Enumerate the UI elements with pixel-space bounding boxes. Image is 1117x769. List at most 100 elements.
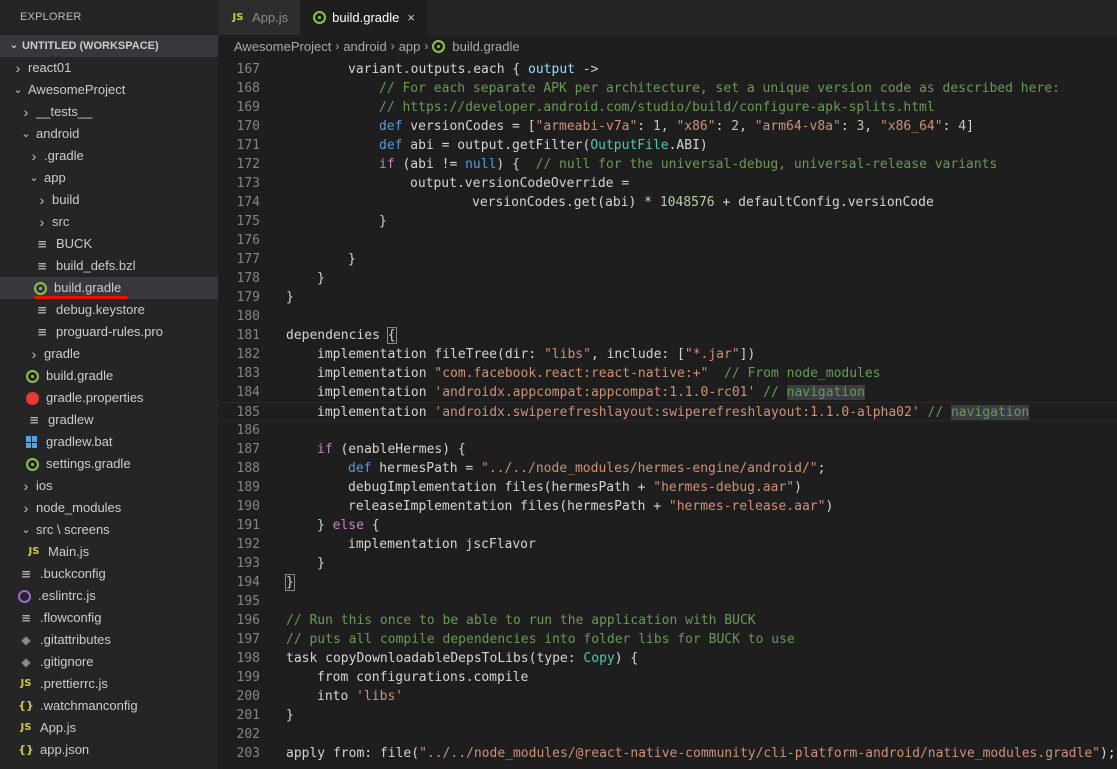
line-number: 187 — [236, 442, 260, 457]
breadcrumb-item[interactable]: android — [343, 39, 386, 54]
line-content: def versionCodes = ["armeabi-v7a": 1, "x… — [260, 117, 974, 136]
code-token: navigation — [950, 405, 1030, 420]
tree-folder[interactable]: › react01 — [0, 57, 218, 79]
line-content — [260, 421, 286, 440]
tree-folder[interactable]: › src — [0, 211, 218, 233]
tree-folder[interactable]: › __tests__ — [0, 101, 218, 123]
tree-folder[interactable]: › build — [0, 189, 218, 211]
code-token: "hermes-debug.aar" — [653, 480, 795, 495]
line-content: } — [260, 250, 356, 269]
code-token: // puts all compile dependencies into fo… — [286, 632, 795, 647]
tree-file[interactable]: JS App.js — [0, 717, 218, 739]
line-number: 189 — [236, 480, 260, 495]
code-token: variant.outputs.each { — [348, 62, 529, 77]
tree-item-label: .eslintrc.js — [38, 588, 96, 603]
line-content: // For each separate APK per architectur… — [260, 79, 1060, 98]
tree-file[interactable]: ◆ .gitattributes — [0, 629, 218, 651]
text-file-icon: ≡ — [36, 303, 48, 317]
tree-folder[interactable]: ⌄ app — [0, 167, 218, 189]
tree-file[interactable]: ◆ .gitignore — [0, 651, 218, 673]
tree-file[interactable]: build.gradle — [0, 277, 218, 299]
properties-file-icon — [26, 391, 39, 405]
code-token: { — [386, 327, 397, 344]
code-token: "*.jar" — [684, 347, 740, 362]
code-editor[interactable]: 167 variant.outputs.each { output -> 168//… — [218, 60, 1117, 769]
tree-file[interactable]: {} .watchmanconfig — [0, 695, 218, 717]
tree-file[interactable]: ≡ build_defs.bzl — [0, 255, 218, 277]
code-line: 177} — [218, 250, 1117, 269]
tree-file[interactable]: gradle.properties — [0, 387, 218, 409]
code-token: "../../node_modules/hermes-engine/androi… — [481, 461, 818, 476]
chevron-down-icon: ⌄ — [13, 84, 23, 96]
tree-folder[interactable]: ⌄ src \ screens — [0, 519, 218, 541]
breadcrumb-item[interactable]: app — [399, 39, 421, 54]
tree-file[interactable]: ≡ .flowconfig — [0, 607, 218, 629]
code-token: "hermes-release.aar" — [668, 499, 826, 514]
code-token: "armeabi-v7a" — [535, 119, 638, 134]
tree-folder[interactable]: ⌄ AwesomeProject — [0, 79, 218, 101]
tree-item-label: app.json — [40, 742, 90, 757]
tree-file[interactable]: ≡ gradlew — [0, 409, 218, 431]
js-file-icon: JS — [20, 722, 32, 733]
code-token: ) { — [614, 651, 639, 666]
line-number: 172 — [236, 157, 260, 172]
tree-item-label: gradlew — [48, 412, 94, 427]
line-number: 178 — [236, 271, 260, 286]
workspace-header[interactable]: ⌄ UNTITLED (WORKSPACE) — [0, 35, 218, 57]
line-number: 192 — [236, 537, 260, 552]
code-token: if — [379, 157, 395, 172]
tree-folder[interactable]: ⌄ android — [0, 123, 218, 145]
code-token: "../../node_modules/@react-native-commun… — [419, 746, 1100, 761]
close-icon[interactable]: × — [407, 10, 415, 25]
breadcrumb-item[interactable]: build.gradle — [452, 39, 519, 54]
code-token: if — [317, 442, 333, 457]
tree-file[interactable]: gradlew.bat — [0, 431, 218, 453]
tree-file[interactable]: settings.gradle — [0, 453, 218, 475]
line-number: 177 — [236, 252, 260, 267]
tree-folder[interactable]: › .gradle — [0, 145, 218, 167]
tree-file[interactable]: .eslintrc.js — [0, 585, 218, 607]
chevron-right-icon: › — [335, 39, 340, 53]
breadcrumb-item[interactable]: AwesomeProject — [234, 39, 331, 54]
tab-label: build.gradle — [332, 10, 400, 25]
tree-file[interactable]: ≡ .buckconfig — [0, 563, 218, 585]
tree-folder[interactable]: › ios — [0, 475, 218, 497]
tree-file[interactable]: ≡ proguard-rules.pro — [0, 321, 218, 343]
tree-folder[interactable]: › gradle — [0, 343, 218, 365]
code-token: : — [942, 119, 959, 134]
tree-file[interactable]: ≡ BUCK — [0, 233, 218, 255]
tree-file[interactable]: ≡ debug.keystore — [0, 299, 218, 321]
tab-build-gradle[interactable]: build.gradle × — [301, 0, 428, 35]
tab-app-js[interactable]: JS App.js — [218, 0, 302, 35]
tree-file[interactable]: JS Main.js — [0, 541, 218, 563]
tree-file[interactable]: JS .prettierrc.js — [0, 673, 218, 695]
text-file-icon: ≡ — [36, 237, 48, 251]
line-number: 182 — [236, 347, 260, 362]
code-token: ); a — [1099, 746, 1116, 761]
line-content: } — [260, 706, 294, 725]
workspace-label: UNTITLED (WORKSPACE) — [22, 40, 159, 52]
code-token: null — [465, 157, 497, 172]
code-token: "arm64-v8a" — [754, 119, 841, 134]
line-content: output.versionCodeOverride = — [260, 174, 629, 193]
tree-file[interactable]: build.gradle — [0, 365, 218, 387]
tree-item-label: .gitignore — [40, 654, 94, 669]
tree-item-label: Main.js — [48, 544, 90, 559]
chevron-right-icon: › — [23, 478, 29, 494]
code-token: : — [637, 119, 653, 134]
code-line: 179} — [218, 288, 1117, 307]
code-token: 'androidx.appcompat:appcompat:1.1.0-rc01… — [434, 385, 756, 400]
code-line: 174 versionCodes.get(abi) * 1048576 + def… — [218, 193, 1117, 212]
line-number: 167 — [236, 62, 260, 77]
line-number: 193 — [236, 556, 260, 571]
line-content: } else { — [260, 516, 380, 535]
line-content: } — [260, 288, 294, 307]
tree-file[interactable]: {} app.json — [0, 739, 218, 761]
tree-folder[interactable]: › node_modules — [0, 497, 218, 519]
tree-item-label: node_modules — [36, 500, 122, 515]
code-token: , — [739, 119, 755, 134]
line-content: apply from: file("../../node_modules/@re… — [260, 744, 1117, 763]
chevron-right-icon: › — [390, 39, 395, 53]
tree-item-label: __tests__ — [36, 104, 93, 119]
code-token: implementation fileTree(dir: — [317, 347, 544, 362]
